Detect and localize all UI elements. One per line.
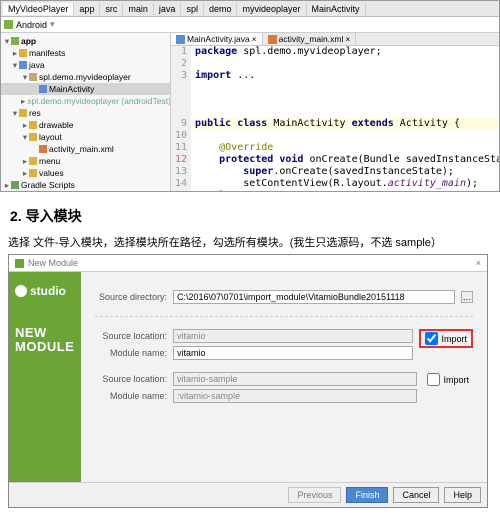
close-icon[interactable]: × xyxy=(476,258,481,268)
gutter: 12391011121314151617 xyxy=(171,46,191,191)
tree-gradle[interactable]: Gradle Scripts xyxy=(21,179,75,191)
module-name-label: Module name: xyxy=(95,391,167,401)
help-button[interactable]: Help xyxy=(444,487,481,503)
android-icon xyxy=(15,259,24,268)
breadcrumb-item[interactable]: java xyxy=(154,3,182,15)
tree-activity-xml[interactable]: activity_main.xml xyxy=(49,143,114,155)
import-checkbox-1[interactable]: Import xyxy=(419,329,473,348)
java-icon xyxy=(176,35,185,44)
source-location-label: Source location: xyxy=(95,374,167,384)
dialog-form: Source directory: C:\2016\07\0701\import… xyxy=(81,272,487,482)
close-icon[interactable]: × xyxy=(345,34,350,44)
dialog-titlebar: New Module × xyxy=(9,255,487,272)
tree-package-test[interactable]: spl.demo.myvideoplayer (androidTest) xyxy=(27,95,171,107)
source-location-label: Source location: xyxy=(95,331,167,341)
package-icon xyxy=(29,73,37,81)
module-name-label: Module name: xyxy=(95,348,167,358)
breadcrumb-item[interactable]: demo xyxy=(204,3,238,15)
folder-icon xyxy=(29,157,37,165)
tab-mainactivity-java[interactable]: MainActivity.java× xyxy=(171,33,263,45)
folder-icon xyxy=(29,133,37,141)
import-checkbox-2[interactable]: Import xyxy=(423,372,473,387)
tree-res[interactable]: res xyxy=(29,107,41,119)
breadcrumb-item[interactable]: app xyxy=(74,3,100,15)
breadcrumb-item[interactable]: myvideoplayer xyxy=(237,3,306,15)
breadcrumb-item[interactable]: src xyxy=(100,3,123,15)
new-module-dialog: New Module × studio NEW MODULE Source di… xyxy=(8,254,488,508)
xml-icon xyxy=(39,145,47,153)
tree-java[interactable]: java xyxy=(29,59,45,71)
gradle-icon xyxy=(11,181,19,189)
tree-layout[interactable]: layout xyxy=(39,131,62,143)
folder-icon xyxy=(19,49,27,57)
dialog-button-row: Previous Finish Cancel Help xyxy=(9,482,487,507)
source-location-1: vitamio xyxy=(173,329,413,343)
tree-manifests[interactable]: manifests xyxy=(29,47,65,59)
tree-drawable[interactable]: drawable xyxy=(39,119,74,131)
view-selector[interactable]: Android xyxy=(16,20,47,30)
source-directory-label: Source directory: xyxy=(95,292,167,302)
module-name-input-1[interactable]: vitamio xyxy=(173,346,413,360)
close-icon[interactable]: × xyxy=(252,34,257,44)
module-icon xyxy=(11,37,19,45)
code-text[interactable]: package spl.demo.myvideoplayer; import .… xyxy=(191,46,499,191)
folder-icon xyxy=(29,121,37,129)
breadcrumb-item[interactable]: spl xyxy=(181,3,204,15)
breadcrumb-item[interactable]: MainActivity xyxy=(307,3,366,15)
tree-menu[interactable]: menu xyxy=(39,155,60,167)
import-check-1[interactable] xyxy=(425,332,438,345)
module-name-input-2[interactable]: :vitamio-sample xyxy=(173,389,417,403)
instruction-text: 选择 文件-导入模块，选择模块所在路径，勾选所有模块。(我生只选源码，不选 sa… xyxy=(8,234,500,250)
cancel-button[interactable]: Cancel xyxy=(393,487,439,503)
source-location-2: vitamio-sample xyxy=(173,372,417,386)
ide-window: MyVideoPlayer app src main java spl demo… xyxy=(0,0,500,192)
source-directory-input[interactable]: C:\2016\07\0701\import_module\VitamioBun… xyxy=(173,290,455,304)
chevron-down-icon[interactable]: ▾ xyxy=(50,19,55,30)
finish-button[interactable]: Finish xyxy=(346,487,388,503)
dialog-sidebar: studio NEW MODULE xyxy=(9,272,81,482)
tree-app[interactable]: app xyxy=(21,35,36,47)
folder-icon xyxy=(19,61,27,69)
class-icon xyxy=(39,85,47,93)
breadcrumb-item[interactable]: main xyxy=(123,3,154,15)
browse-button[interactable]: … xyxy=(461,291,473,303)
tree-mainactivity[interactable]: MainActivity xyxy=(49,83,94,95)
tree-package[interactable]: spl.demo.myvideoplayer xyxy=(39,71,131,83)
tree-values[interactable]: values xyxy=(39,167,64,179)
android-icon xyxy=(4,20,13,29)
folder-icon xyxy=(19,109,27,117)
ide-breadcrumb-bar: MyVideoPlayer app src main java spl demo… xyxy=(1,1,499,17)
studio-icon xyxy=(15,285,27,297)
import-check-2[interactable] xyxy=(427,373,440,386)
ide-toolbar: Android ▾ xyxy=(1,17,499,33)
tab-activity-main-xml[interactable]: activity_main.xml× xyxy=(263,33,357,45)
breadcrumb-item[interactable]: MyVideoPlayer xyxy=(3,3,74,15)
section-heading: 2. 导入模块 xyxy=(10,206,500,226)
previous-button[interactable]: Previous xyxy=(288,487,341,503)
editor-pane: MainActivity.java× activity_main.xml× 12… xyxy=(171,33,499,191)
code-area[interactable]: 12391011121314151617 package spl.demo.my… xyxy=(171,46,499,191)
dialog-title-text: New Module xyxy=(28,258,78,268)
xml-icon xyxy=(268,35,277,44)
folder-icon xyxy=(29,169,37,177)
project-tree[interactable]: ▾app ▸manifests ▾java ▾spl.demo.myvideop… xyxy=(1,33,171,191)
